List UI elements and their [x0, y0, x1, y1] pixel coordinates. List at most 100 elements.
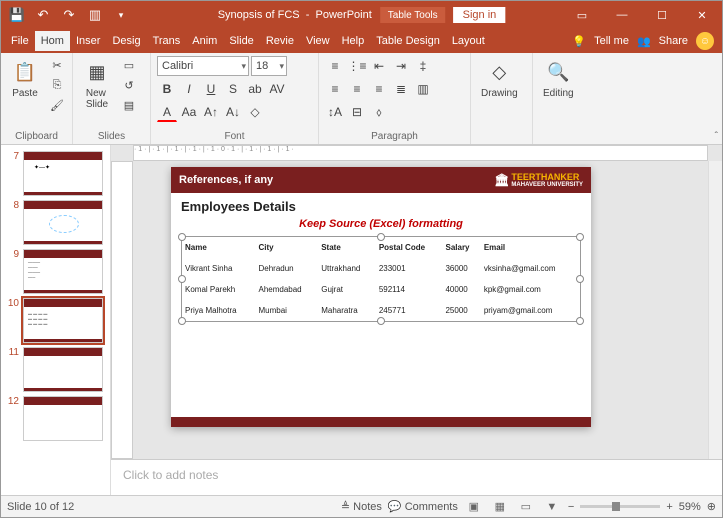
reset-icon[interactable]: ↺ [119, 76, 139, 94]
section-icon[interactable]: ▤ [119, 96, 139, 114]
spacing-icon[interactable]: AV [267, 79, 287, 99]
indent-dec-icon[interactable]: ⇤ [369, 56, 389, 76]
sign-in-button[interactable]: Sign in [454, 7, 506, 23]
formatting-note: Keep Source (Excel) formatting [171, 218, 591, 230]
sorter-view-icon[interactable]: ▦ [490, 499, 510, 515]
fit-to-window-icon[interactable]: ⊕ [707, 500, 716, 513]
slide-canvas[interactable]: References, if any 🏛 TEERTHANKERMAHAVEER… [171, 167, 591, 427]
tell-me[interactable]: Tell me [594, 35, 629, 47]
shrink-font-icon[interactable]: A↓ [223, 102, 243, 122]
group-paragraph: ≡ ⋮≡ ⇤ ⇥ ‡ ≡ ≡ ≡ ≣ ▥ ↕A ⊟ ⬨ Paragraph [319, 53, 471, 144]
strike-icon[interactable]: S [223, 79, 243, 99]
zoom-slider[interactable] [580, 505, 660, 508]
group-editing: 🔍 Editing [533, 53, 589, 144]
vertical-ruler [111, 161, 133, 459]
thumbnail-12[interactable]: 12 [1, 394, 110, 443]
bold-icon[interactable]: B [157, 79, 177, 99]
zoom-out-icon[interactable]: − [568, 501, 574, 513]
qat-dropdown-icon[interactable]: ▾ [109, 3, 133, 27]
underline-icon[interactable]: U [201, 79, 221, 99]
thumbnail-7[interactable]: 7✦—✦ [1, 149, 110, 198]
tell-me-icon[interactable]: 💡 [572, 35, 586, 48]
slideshow-view-icon[interactable]: ▼ [542, 499, 562, 515]
font-name-combo[interactable]: Calibri [157, 56, 249, 76]
close-icon[interactable]: ✕ [682, 1, 722, 29]
italic-icon[interactable]: I [179, 79, 199, 99]
slide-counter[interactable]: Slide 10 of 12 [7, 501, 74, 513]
paste-button[interactable]: 📋 Paste [7, 56, 43, 101]
indent-inc-icon[interactable]: ⇥ [391, 56, 411, 76]
layout-icon[interactable]: ▭ [119, 56, 139, 74]
new-slide-button[interactable]: ▦ New Slide [79, 56, 115, 112]
vertical-scrollbar[interactable] [708, 161, 722, 459]
start-from-beginning-icon[interactable]: ▥ [83, 3, 107, 27]
context-tab-label: Table Tools [380, 7, 446, 23]
table-row[interactable]: Vikrant SinhaDehradunUttrakhand233001360… [182, 258, 580, 279]
cut-icon[interactable]: ✂ [47, 56, 67, 74]
table-object[interactable]: NameCityStatePostal CodeSalaryEmail Vikr… [181, 236, 581, 322]
tab-insert[interactable]: Inser [70, 31, 106, 51]
feedback-icon[interactable]: ☺ [696, 32, 714, 50]
clear-format-icon[interactable]: ◇ [245, 102, 265, 122]
tab-view[interactable]: View [300, 31, 336, 51]
thumbnail-9[interactable]: 9━━━━━━━━━━━━━━━━━ [1, 247, 110, 296]
table-row[interactable]: Komal ParekhAhemdabadGujrat59211440000kp… [182, 279, 580, 300]
ribbon: 📋 Paste ✂ ⎘ 🖌 Clipboard ▦ New Slide ▭ ↺ … [1, 53, 722, 145]
text-direction-icon[interactable]: ↕A [325, 102, 345, 122]
notes-toggle[interactable]: ≜ Notes [341, 500, 382, 513]
save-icon[interactable]: 💾 [5, 3, 29, 27]
redo-icon[interactable]: ↷ [57, 3, 81, 27]
tab-home[interactable]: Hom [35, 31, 70, 51]
tab-slideshow[interactable]: Slide [223, 31, 259, 51]
font-color-icon[interactable]: A [157, 102, 177, 122]
columns-icon[interactable]: ▥ [413, 79, 433, 99]
slide-thumbnails[interactable]: 7✦—✦ 8 9━━━━━━━━━━━━━━━━━ 10▬ ▬ ▬ ▬▬ ▬ ▬… [1, 145, 111, 495]
tab-layout[interactable]: Layout [446, 31, 491, 51]
thumbnail-8[interactable]: 8 [1, 198, 110, 247]
grow-font-icon[interactable]: A↑ [201, 102, 221, 122]
university-logo: 🏛 TEERTHANKERMAHAVEER UNIVERSITY [494, 172, 583, 188]
numbering-icon[interactable]: ⋮≡ [347, 56, 367, 76]
zoom-in-icon[interactable]: + [666, 501, 672, 513]
bullets-icon[interactable]: ≡ [325, 56, 345, 76]
tab-animations[interactable]: Anim [186, 31, 223, 51]
copy-icon[interactable]: ⎘ [47, 76, 67, 94]
tab-transitions[interactable]: Trans [147, 31, 187, 51]
editing-button[interactable]: 🔍 Editing [539, 56, 578, 101]
minimize-icon[interactable]: — [602, 1, 642, 29]
line-spacing-icon[interactable]: ‡ [413, 56, 433, 76]
thumbnail-10[interactable]: 10▬ ▬ ▬ ▬▬ ▬ ▬ ▬▬ ▬ ▬ ▬ [1, 296, 110, 345]
maximize-icon[interactable]: ☐ [642, 1, 682, 29]
align-right-icon[interactable]: ≡ [369, 79, 389, 99]
smartart-icon[interactable]: ⬨ [369, 102, 389, 122]
align-text-icon[interactable]: ⊟ [347, 102, 367, 122]
align-center-icon[interactable]: ≡ [347, 79, 367, 99]
align-left-icon[interactable]: ≡ [325, 79, 345, 99]
undo-icon[interactable]: ↶ [31, 3, 55, 27]
share-button[interactable]: Share [659, 35, 688, 47]
tab-design[interactable]: Desig [106, 31, 146, 51]
slide-editor[interactable]: · 1 · | · 1 · | · 1 · | · 1 · | · 1 · 0 … [111, 145, 722, 459]
paste-icon: 📋 [11, 58, 39, 86]
reading-view-icon[interactable]: ▭ [516, 499, 536, 515]
tab-table-design[interactable]: Table Design [370, 31, 446, 51]
tab-help[interactable]: Help [336, 31, 371, 51]
format-painter-icon[interactable]: 🖌 [47, 96, 67, 114]
drawing-button[interactable]: ◇ Drawing [477, 56, 522, 101]
justify-icon[interactable]: ≣ [391, 79, 411, 99]
shadow-icon[interactable]: ab [245, 79, 265, 99]
thumbnail-11[interactable]: 11 [1, 345, 110, 394]
collapse-ribbon-icon[interactable]: ˆ [715, 131, 718, 142]
zoom-level[interactable]: 59% [679, 501, 701, 513]
normal-view-icon[interactable]: ▣ [464, 499, 484, 515]
ribbon-options-icon[interactable]: ▭ [562, 1, 602, 29]
share-icon[interactable]: 👥 [637, 35, 651, 48]
tab-file[interactable]: File [5, 31, 35, 51]
notes-pane[interactable]: Click to add notes [111, 459, 722, 495]
employees-table[interactable]: NameCityStatePostal CodeSalaryEmail Vikr… [182, 237, 580, 321]
tab-review[interactable]: Revie [260, 31, 300, 51]
slide-title[interactable]: Employees Details [171, 193, 591, 220]
change-case-icon[interactable]: Aa [179, 102, 199, 122]
comments-toggle[interactable]: 💬 Comments [388, 500, 458, 513]
font-size-combo[interactable]: 18 [251, 56, 287, 76]
